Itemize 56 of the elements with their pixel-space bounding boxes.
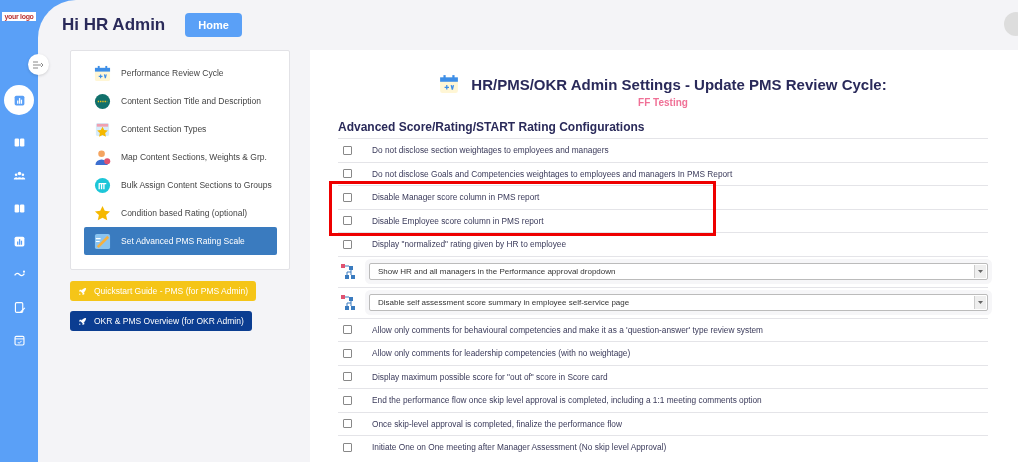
cycle-name: FF Testing xyxy=(637,97,689,108)
calendar-icon xyxy=(94,64,111,82)
chart-icon xyxy=(12,93,26,107)
chart-icon xyxy=(12,234,26,248)
group-icon xyxy=(94,176,111,194)
checkbox[interactable] xyxy=(343,192,352,202)
ruler-icon xyxy=(94,232,111,250)
checkbox[interactable] xyxy=(343,419,352,429)
setting-label: Allow only comments for behavioural competencies and make it as a 'question-answer' type review system xyxy=(372,324,763,335)
checkbox[interactable] xyxy=(343,169,352,179)
menu-item[interactable]: Content Section Title and Description xyxy=(84,87,277,115)
caret-icon xyxy=(974,296,986,309)
setting-label: Do not disclose Goals and Competencies weightages to employees and managers In PMS Report xyxy=(372,168,733,179)
setting-label: Display "normalized" rating given by HR to employee xyxy=(372,239,567,250)
setting-label: Initiate One on One meeting after Manager Assessment (No skip level Approval) xyxy=(372,442,667,453)
menu-item[interactable]: Map Content Sections, Weights & Grp. xyxy=(84,143,277,171)
star-icon xyxy=(94,204,111,222)
menu-item[interactable]: Performance Review Cycle xyxy=(84,59,277,87)
caret-icon xyxy=(974,265,986,278)
checkbox[interactable] xyxy=(343,239,352,249)
sidebar-item[interactable] xyxy=(4,85,34,115)
setting-label: Once skip-level approval is completed, finalize the performance flow xyxy=(372,418,622,429)
checkbox[interactable] xyxy=(343,216,352,226)
section-heading: Advanced Score/Rating/START Rating Configurations xyxy=(338,120,646,134)
setting-label: End the performance flow once skip level approval is completed, including a 1:1 meeting comments option xyxy=(372,395,762,406)
rocket-icon xyxy=(78,286,87,296)
setting-label: Disable Manager score column in PMS report xyxy=(372,192,540,203)
checkbox[interactable] xyxy=(343,395,352,405)
edit-icon xyxy=(12,300,26,314)
greeting: Hi HR Admin xyxy=(62,15,166,35)
flow-icon xyxy=(341,294,355,311)
menu-item[interactable]: Condition based Rating (optional) xyxy=(84,199,277,227)
rocket-icon xyxy=(78,316,87,326)
checkbox[interactable] xyxy=(343,372,352,382)
setting-label: Display maximum possible score for "out of" score in Score card xyxy=(372,371,608,382)
setting-label: Allow only comments for leadership competencies (with no weightage) xyxy=(372,348,631,359)
page-title: HR/PMS/OKR Admin Settings - Update PMS Review Cycle: xyxy=(471,75,887,93)
book-icon xyxy=(12,135,26,149)
checkbox[interactable] xyxy=(343,145,352,155)
menu-arrow-icon xyxy=(33,60,44,69)
star-card-icon xyxy=(94,120,111,138)
menu-item[interactable]: Bulk Assign Content Sections to Groups xyxy=(84,171,277,199)
flow-icon xyxy=(341,263,355,280)
checkbox[interactable] xyxy=(343,325,352,335)
calendar-icon xyxy=(439,74,460,94)
guide-button[interactable]: OKR & PMS Overview (for OKR Admin) xyxy=(70,311,252,331)
menu-item[interactable]: Content Section Types xyxy=(84,115,277,143)
checkbox[interactable] xyxy=(343,348,352,358)
calendar-icon xyxy=(12,333,26,347)
setting-label: Do not disclose section weightages to employees and managers xyxy=(372,145,609,156)
person-icon xyxy=(94,148,111,166)
setting-label: Disable Employee score column in PMS report xyxy=(372,215,544,226)
menu-item[interactable]: Set Advanced PMS Rating Scale xyxy=(84,227,277,255)
dots-icon xyxy=(94,92,111,110)
checkbox[interactable] xyxy=(343,442,352,452)
book-icon xyxy=(12,201,26,215)
